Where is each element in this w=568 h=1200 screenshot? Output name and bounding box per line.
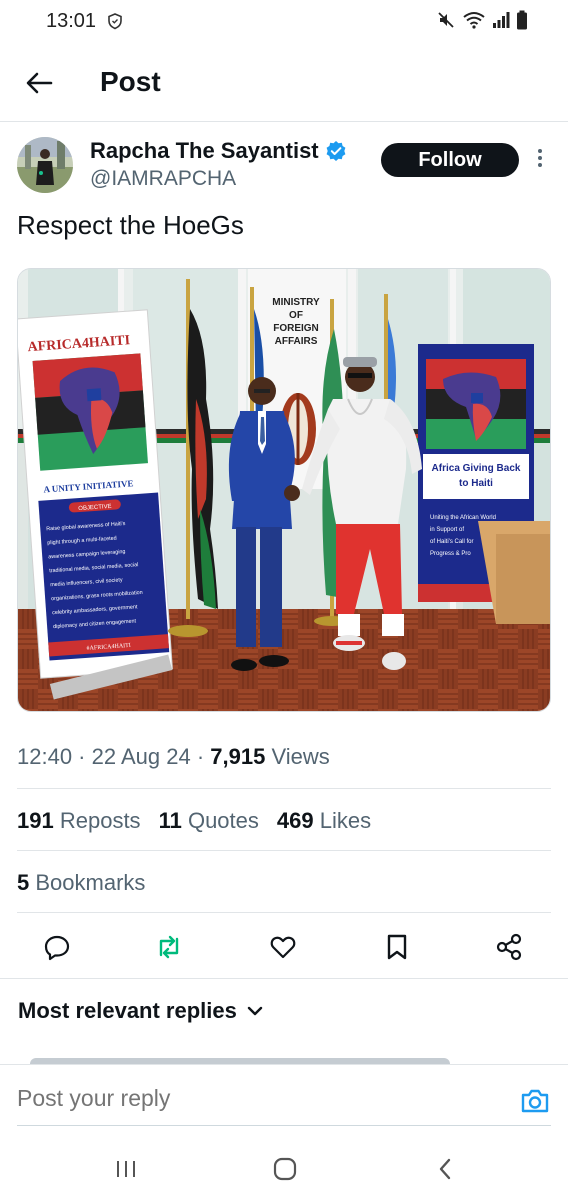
header-divider bbox=[0, 121, 568, 122]
sync-icon bbox=[108, 13, 122, 30]
recents-button[interactable] bbox=[111, 1154, 141, 1184]
back-button[interactable] bbox=[22, 66, 56, 100]
verified-badge-icon bbox=[326, 141, 346, 161]
reply-icon bbox=[44, 935, 70, 961]
reposts-count: 191 bbox=[17, 808, 54, 833]
follow-button[interactable]: Follow bbox=[381, 143, 519, 177]
reply-button[interactable] bbox=[42, 932, 72, 962]
sign-line-1: MINISTRY bbox=[272, 297, 320, 308]
camera-button[interactable] bbox=[520, 1087, 550, 1115]
avatar[interactable] bbox=[17, 137, 73, 193]
reply-input[interactable] bbox=[17, 1085, 477, 1112]
divider bbox=[17, 788, 551, 789]
home-icon bbox=[273, 1157, 297, 1181]
divider bbox=[17, 850, 551, 851]
quotes-label: Quotes bbox=[187, 808, 259, 833]
author-name[interactable]: Rapcha The Sayantist bbox=[90, 138, 319, 164]
tweet-text: Respect the HoeGs bbox=[17, 210, 244, 240]
system-back-button[interactable] bbox=[430, 1154, 460, 1184]
wifi-icon bbox=[463, 12, 485, 29]
bookmark-icon bbox=[387, 934, 407, 960]
home-button[interactable] bbox=[270, 1154, 300, 1184]
action-bar bbox=[0, 922, 568, 970]
status-icons bbox=[436, 10, 528, 30]
like-button[interactable] bbox=[268, 932, 298, 962]
battery-icon bbox=[517, 10, 527, 30]
engagement-stats: 191 Reposts 11 Quotes 469 Likes bbox=[17, 808, 371, 834]
sign-line-3: FOREIGN bbox=[273, 323, 319, 334]
meta-separator: · bbox=[72, 744, 92, 769]
bookmarks-count: 5 bbox=[17, 870, 30, 895]
author-name-row: Rapcha The Sayantist bbox=[90, 138, 347, 164]
banner-right-title-2: to Haiti bbox=[459, 478, 493, 489]
header: Post bbox=[0, 52, 568, 116]
status-time: 13:01 bbox=[46, 10, 97, 32]
share-button[interactable] bbox=[494, 932, 524, 962]
sign-line-2: OF bbox=[289, 310, 303, 321]
banner-right-body-1: Uniting the African World bbox=[430, 515, 496, 521]
banner-right-body-4: Progress & Pro bbox=[430, 551, 471, 557]
sign-line-4: AFFAIRS bbox=[275, 336, 318, 347]
replies-sort-dropdown[interactable]: Most relevant replies bbox=[18, 998, 263, 1024]
avatar-image bbox=[17, 137, 73, 193]
banner-right-title-1: Africa Giving Back bbox=[432, 463, 521, 474]
meta-separator: · bbox=[190, 744, 211, 769]
tweet-meta: 12:40 · 22 Aug 24 · 7,915 Views bbox=[17, 744, 330, 770]
chevron-down-icon bbox=[247, 1006, 263, 1016]
tweet-time: 12:40 bbox=[17, 744, 73, 769]
camera-icon bbox=[521, 1089, 549, 1113]
bookmark-button[interactable] bbox=[382, 932, 412, 962]
bookmarks-stat[interactable]: 5 Bookmarks bbox=[17, 870, 145, 896]
mute-icon bbox=[438, 12, 454, 28]
reposts-label: Reposts bbox=[59, 808, 141, 833]
reply-underline bbox=[17, 1125, 551, 1126]
tweet-date: 22 Aug 24 bbox=[91, 744, 191, 769]
reply-bar bbox=[0, 1064, 568, 1134]
arrow-left-icon bbox=[26, 72, 53, 94]
views-count: 7,915 bbox=[210, 744, 266, 769]
status-bar: 13:01 bbox=[0, 0, 568, 44]
share-icon bbox=[496, 933, 522, 961]
signal-icon bbox=[493, 12, 510, 28]
repost-button[interactable] bbox=[154, 932, 184, 962]
left-banner: AFRICA4HAITI A UNITY INITIATIVE OBJECTIV… bbox=[18, 309, 173, 700]
page-title: Post bbox=[100, 66, 161, 97]
replies-sort-label: Most relevant replies bbox=[18, 998, 237, 1023]
repost-icon bbox=[159, 935, 179, 959]
chevron-left-icon bbox=[439, 1158, 451, 1180]
bookmarks-label: Bookmarks bbox=[35, 870, 146, 895]
divider bbox=[0, 978, 568, 979]
heart-icon bbox=[270, 936, 296, 959]
author-handle[interactable]: @IAMRAPCHA bbox=[90, 167, 236, 191]
tweet-media-photo[interactable]: MINISTRY OF FOREIGN AFFAIRS AFRICA4HAITI… bbox=[17, 268, 551, 712]
likes-stat[interactable]: 469 Likes bbox=[277, 808, 371, 834]
likes-label: Likes bbox=[319, 808, 372, 833]
photo-scene: MINISTRY OF FOREIGN AFFAIRS AFRICA4HAITI… bbox=[18, 269, 550, 711]
likes-count: 469 bbox=[276, 808, 314, 833]
banner-right-body-3: of Haiti's Call for bbox=[430, 539, 474, 545]
reply-preview-peek bbox=[30, 1054, 450, 1064]
recents-icon bbox=[117, 1161, 135, 1177]
views-label: Views bbox=[271, 744, 330, 769]
banner-right-body-2: in Support of bbox=[430, 527, 464, 533]
quotes-stat[interactable]: 11 Quotes bbox=[159, 808, 259, 834]
quotes-count: 11 bbox=[158, 808, 182, 833]
system-nav-bar bbox=[0, 1138, 568, 1200]
reposts-stat[interactable]: 191 Reposts bbox=[17, 808, 141, 834]
more-options-icon[interactable] bbox=[530, 146, 550, 174]
divider bbox=[17, 912, 551, 913]
